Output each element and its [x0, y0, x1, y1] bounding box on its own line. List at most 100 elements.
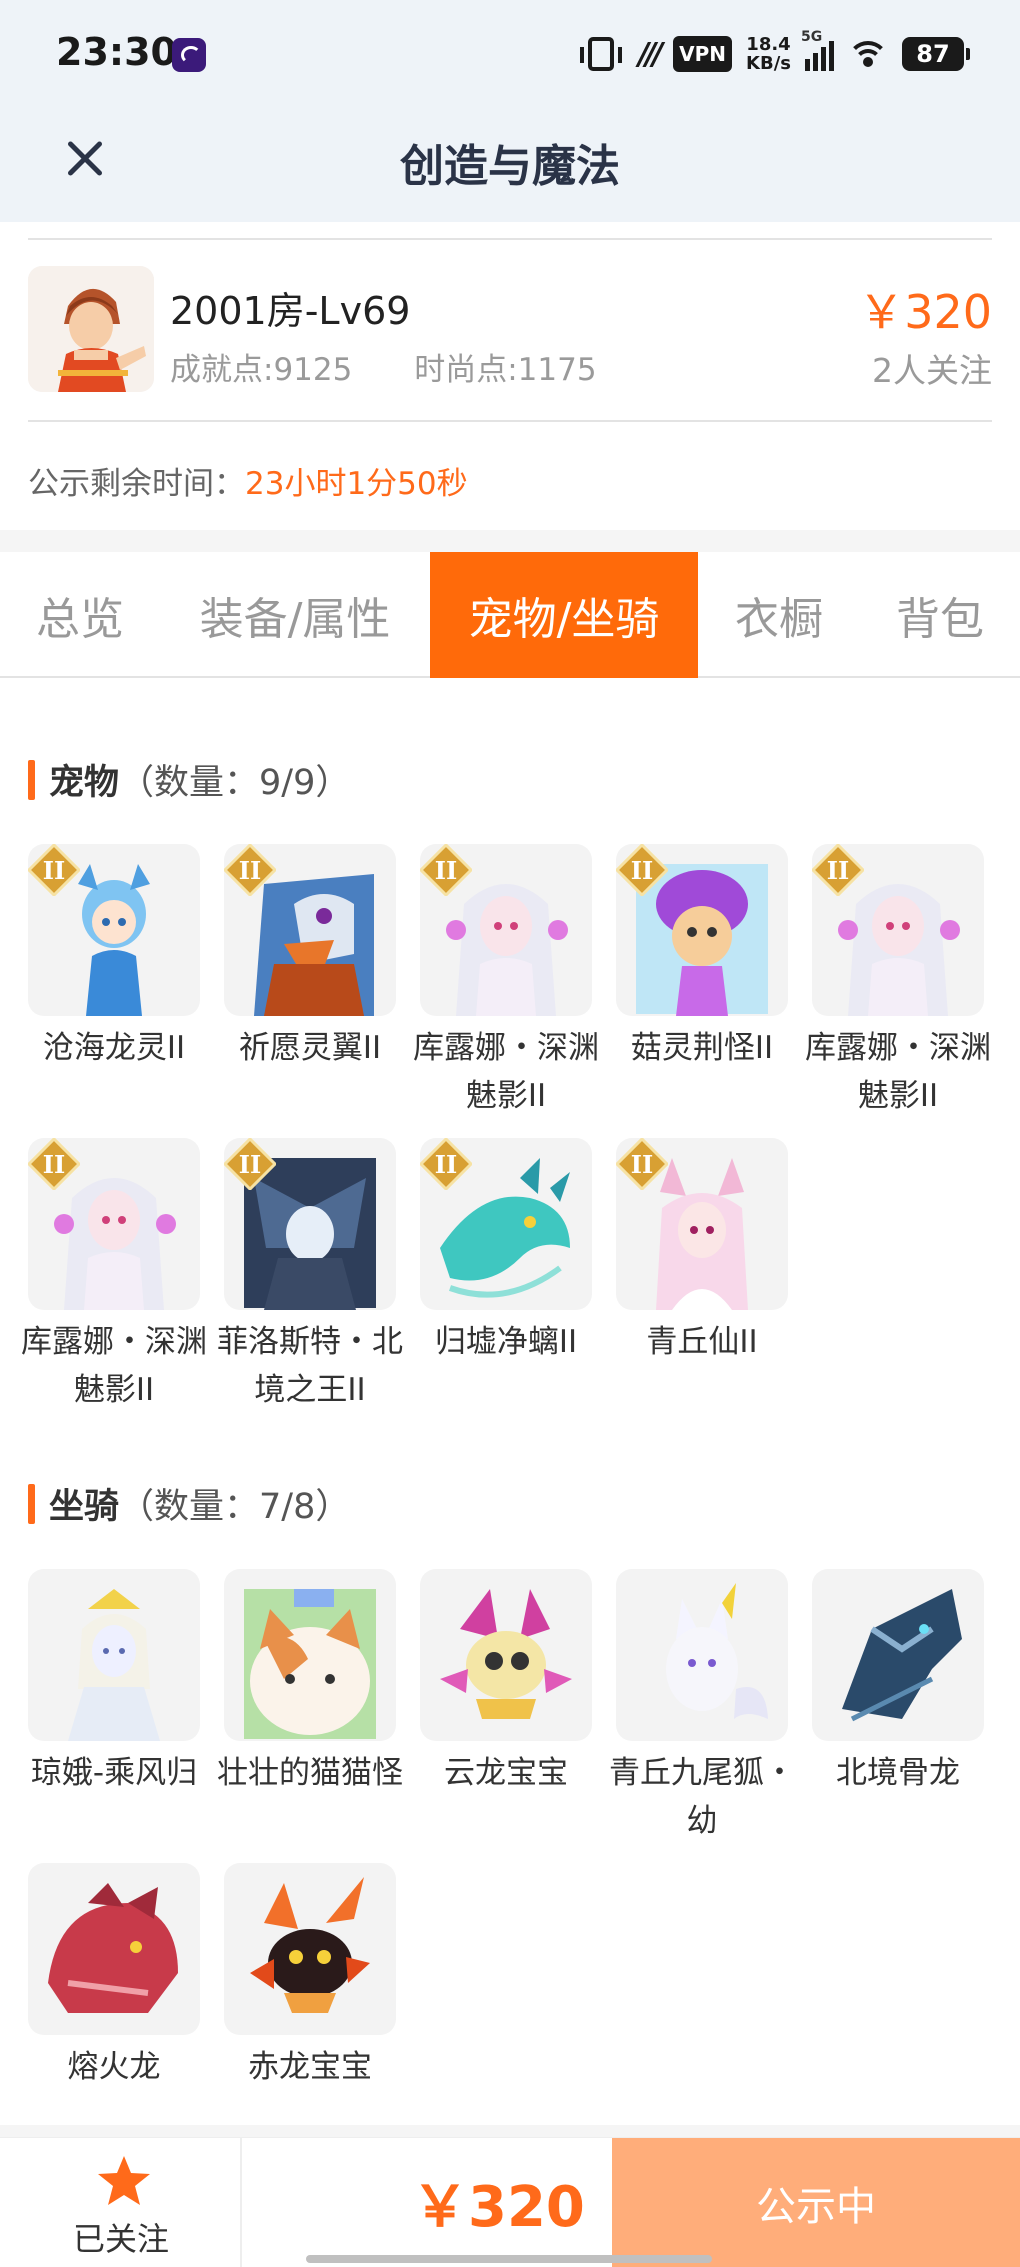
bone-dragon-icon	[812, 1569, 984, 1741]
countdown-value: 23小时1分50秒	[245, 466, 468, 502]
svg-text:II: II	[827, 856, 849, 885]
pet-name: 菲洛斯特・北境之王II	[217, 1324, 403, 1408]
white-hair-girl-icon: II	[28, 1138, 200, 1310]
mount-item[interactable]: 熔火龙	[28, 1863, 200, 2091]
pet-item[interactable]: II 沧海龙灵II	[28, 844, 200, 1072]
moon-lady-icon	[28, 1569, 200, 1741]
section-gap	[0, 2125, 1020, 2137]
tab-bar: 总览 装备/属性 宠物/坐骑 衣橱 背包	[0, 552, 1020, 678]
grade-badge-icon: II	[420, 1138, 472, 1190]
pet-item[interactable]: II 菲洛斯特・北境之王II	[217, 1138, 403, 1414]
cloud-dragon-baby-icon	[420, 1569, 592, 1741]
mount-item[interactable]: 北境骨龙	[812, 1569, 984, 1797]
grade-badge-icon: II	[420, 844, 472, 896]
mount-name: 壮壮的猫猫怪	[217, 1755, 403, 1791]
pets-count: （数量：9/9）	[119, 763, 351, 803]
status-time: 23:30	[56, 30, 177, 74]
mount-item[interactable]: 云龙宝宝	[420, 1569, 592, 1797]
svg-text:II: II	[435, 856, 457, 885]
network-type: 5G	[801, 29, 823, 45]
nine-tail-fox-icon	[616, 1569, 788, 1741]
net-speed-value: 18.4	[746, 34, 791, 55]
pet-item[interactable]: II 库露娜・深渊魅影II	[413, 844, 599, 1120]
tab-equipment[interactable]: 装备/属性	[160, 552, 430, 678]
publicity-status-button[interactable]: 公示中	[612, 2138, 1020, 2267]
battery-icon: 87	[902, 37, 970, 71]
fashion-points: 时尚点:1175	[414, 352, 597, 388]
follow-button[interactable]: 已关注	[0, 2138, 242, 2267]
avatar	[28, 266, 154, 392]
grade-badge-icon: II	[28, 844, 80, 896]
svg-text:II: II	[631, 1150, 653, 1179]
pet-item[interactable]: II 库露娜・深渊魅影II	[805, 844, 991, 1120]
divider	[28, 238, 992, 240]
vibrate-icon	[580, 37, 623, 71]
wifi-icon	[848, 39, 888, 69]
grade-badge-icon: II	[224, 1138, 276, 1190]
pet-item[interactable]: II 归墟净螭II	[420, 1138, 592, 1366]
mount-item[interactable]: 赤龙宝宝	[224, 1863, 396, 2091]
svg-text:II: II	[435, 1150, 457, 1179]
griffin-icon: II	[224, 844, 396, 1016]
nav-bar: 创造与魔法	[0, 110, 1020, 222]
pet-item[interactable]: II 祈愿灵翼II	[224, 844, 396, 1072]
pet-name: 菇灵荆怪II	[630, 1030, 774, 1066]
net-speed-unit: KB/s	[746, 53, 791, 74]
divider	[28, 420, 992, 422]
svg-text:II: II	[239, 856, 261, 885]
achievement-points: 成就点:9125	[170, 352, 353, 388]
pet-name: 归墟净螭II	[434, 1324, 578, 1360]
character-avatar-icon	[28, 266, 154, 392]
mount-name: 北境骨龙	[836, 1755, 960, 1791]
status-bar: 23:30 /// VPN 18.4 KB/s 5G 87	[0, 0, 1020, 110]
countdown-label: 公示剩余时间：	[28, 466, 245, 502]
signal-hd-icon: ///	[638, 36, 663, 72]
mount-name: 熔火龙	[67, 2049, 161, 2085]
home-indicator[interactable]	[306, 2255, 712, 2263]
pet-name: 库露娜・深渊魅影II	[21, 1324, 207, 1408]
pet-item[interactable]: II 菇灵荆怪II	[616, 844, 788, 1072]
tab-wardrobe[interactable]: 衣橱	[698, 552, 860, 678]
svg-text:II: II	[43, 856, 65, 885]
mount-name: 赤龙宝宝	[248, 2049, 372, 2085]
pet-name: 库露娜・深渊魅影II	[805, 1030, 991, 1114]
follower-count: 2人关注	[872, 351, 992, 390]
mount-item[interactable]: 青丘九尾狐・幼	[609, 1569, 795, 1845]
purple-mushroom-icon: II	[616, 844, 788, 1016]
pet-name: 青丘仙II	[646, 1324, 758, 1360]
app-notification-icon	[172, 38, 206, 72]
cell-signal-icon: 5G	[801, 29, 834, 71]
grade-badge-icon: II	[616, 1138, 668, 1190]
white-hair-girl-icon: II	[420, 844, 592, 1016]
fox-fairy-icon: II	[616, 1138, 788, 1310]
tab-bag[interactable]: 背包	[860, 552, 1020, 678]
mount-item[interactable]: 壮壮的猫猫怪	[217, 1569, 403, 1797]
publicity-countdown: 公示剩余时间：23小时1分50秒	[28, 458, 468, 503]
follow-label: 已关注	[72, 2220, 169, 2258]
pet-name: 库露娜・深渊魅影II	[413, 1030, 599, 1114]
mounts-section-title: 坐骑 （数量：7/8）	[28, 1478, 350, 1529]
listing-price: ￥320	[858, 285, 992, 339]
pets-title: 宠物	[49, 763, 120, 803]
mount-name: 青丘九尾狐・幼	[609, 1755, 795, 1839]
mount-name: 云龙宝宝	[444, 1755, 568, 1791]
pet-item[interactable]: II 库露娜・深渊魅影II	[21, 1138, 207, 1414]
fire-dragon-baby-icon	[224, 1863, 396, 2035]
fat-cat-icon	[224, 1569, 396, 1741]
seller-stats: 成就点:9125 时尚点:1175	[170, 344, 649, 389]
bottom-price: ￥320	[412, 2175, 585, 2240]
grade-badge-icon: II	[224, 844, 276, 896]
net-speed: 18.4 KB/s	[746, 35, 791, 73]
pet-item[interactable]: II 青丘仙II	[616, 1138, 788, 1366]
star-icon	[98, 2156, 150, 2205]
tab-overview[interactable]: 总览	[0, 552, 160, 678]
white-hair-girl-icon: II	[812, 844, 984, 1016]
status-icons: /// VPN 18.4 KB/s 5G 87	[580, 29, 970, 76]
mounts-title: 坐骑	[49, 1487, 120, 1527]
pets-section-title: 宠物 （数量：9/9）	[28, 754, 350, 805]
frost-king-icon: II	[224, 1138, 396, 1310]
red-dragon-icon	[28, 1863, 200, 2035]
mount-item[interactable]: 琼娥-乘风归	[28, 1569, 200, 1797]
vpn-badge: VPN	[673, 36, 733, 72]
tab-pets-mounts[interactable]: 宠物/坐骑	[430, 552, 698, 678]
